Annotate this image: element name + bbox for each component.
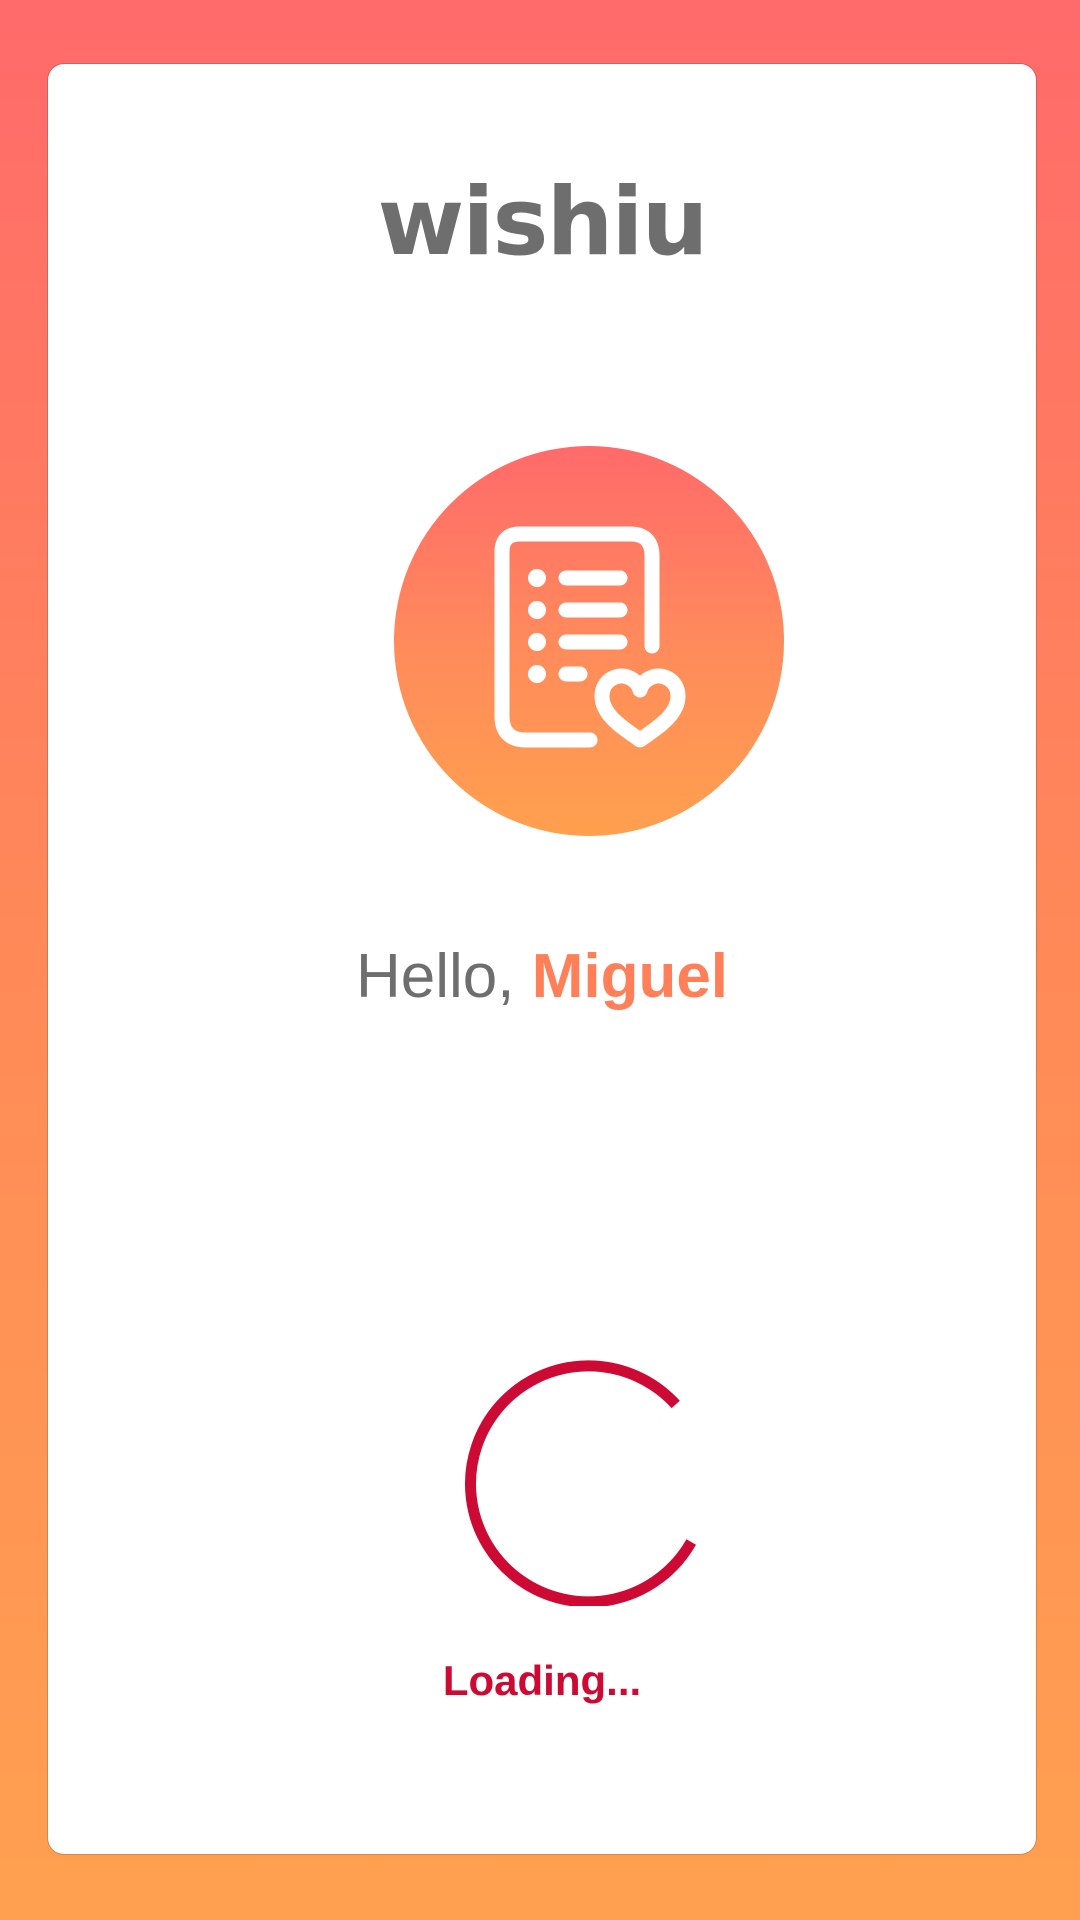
app-logo: wishiu	[377, 168, 708, 277]
wishlist-document-heart-icon	[494, 526, 686, 748]
user-name: Miguel	[531, 942, 729, 1011]
loading-label: Loading...	[442, 1657, 642, 1704]
loading-spinner-icon	[465, 1360, 696, 1606]
greeting-text: Hello, Miguel	[48, 946, 1036, 1008]
greeting-prefix: Hello,	[355, 942, 532, 1011]
splash-card: wishiu Hello, Miguel Loading...	[48, 64, 1036, 1854]
hero-badge	[394, 446, 784, 836]
